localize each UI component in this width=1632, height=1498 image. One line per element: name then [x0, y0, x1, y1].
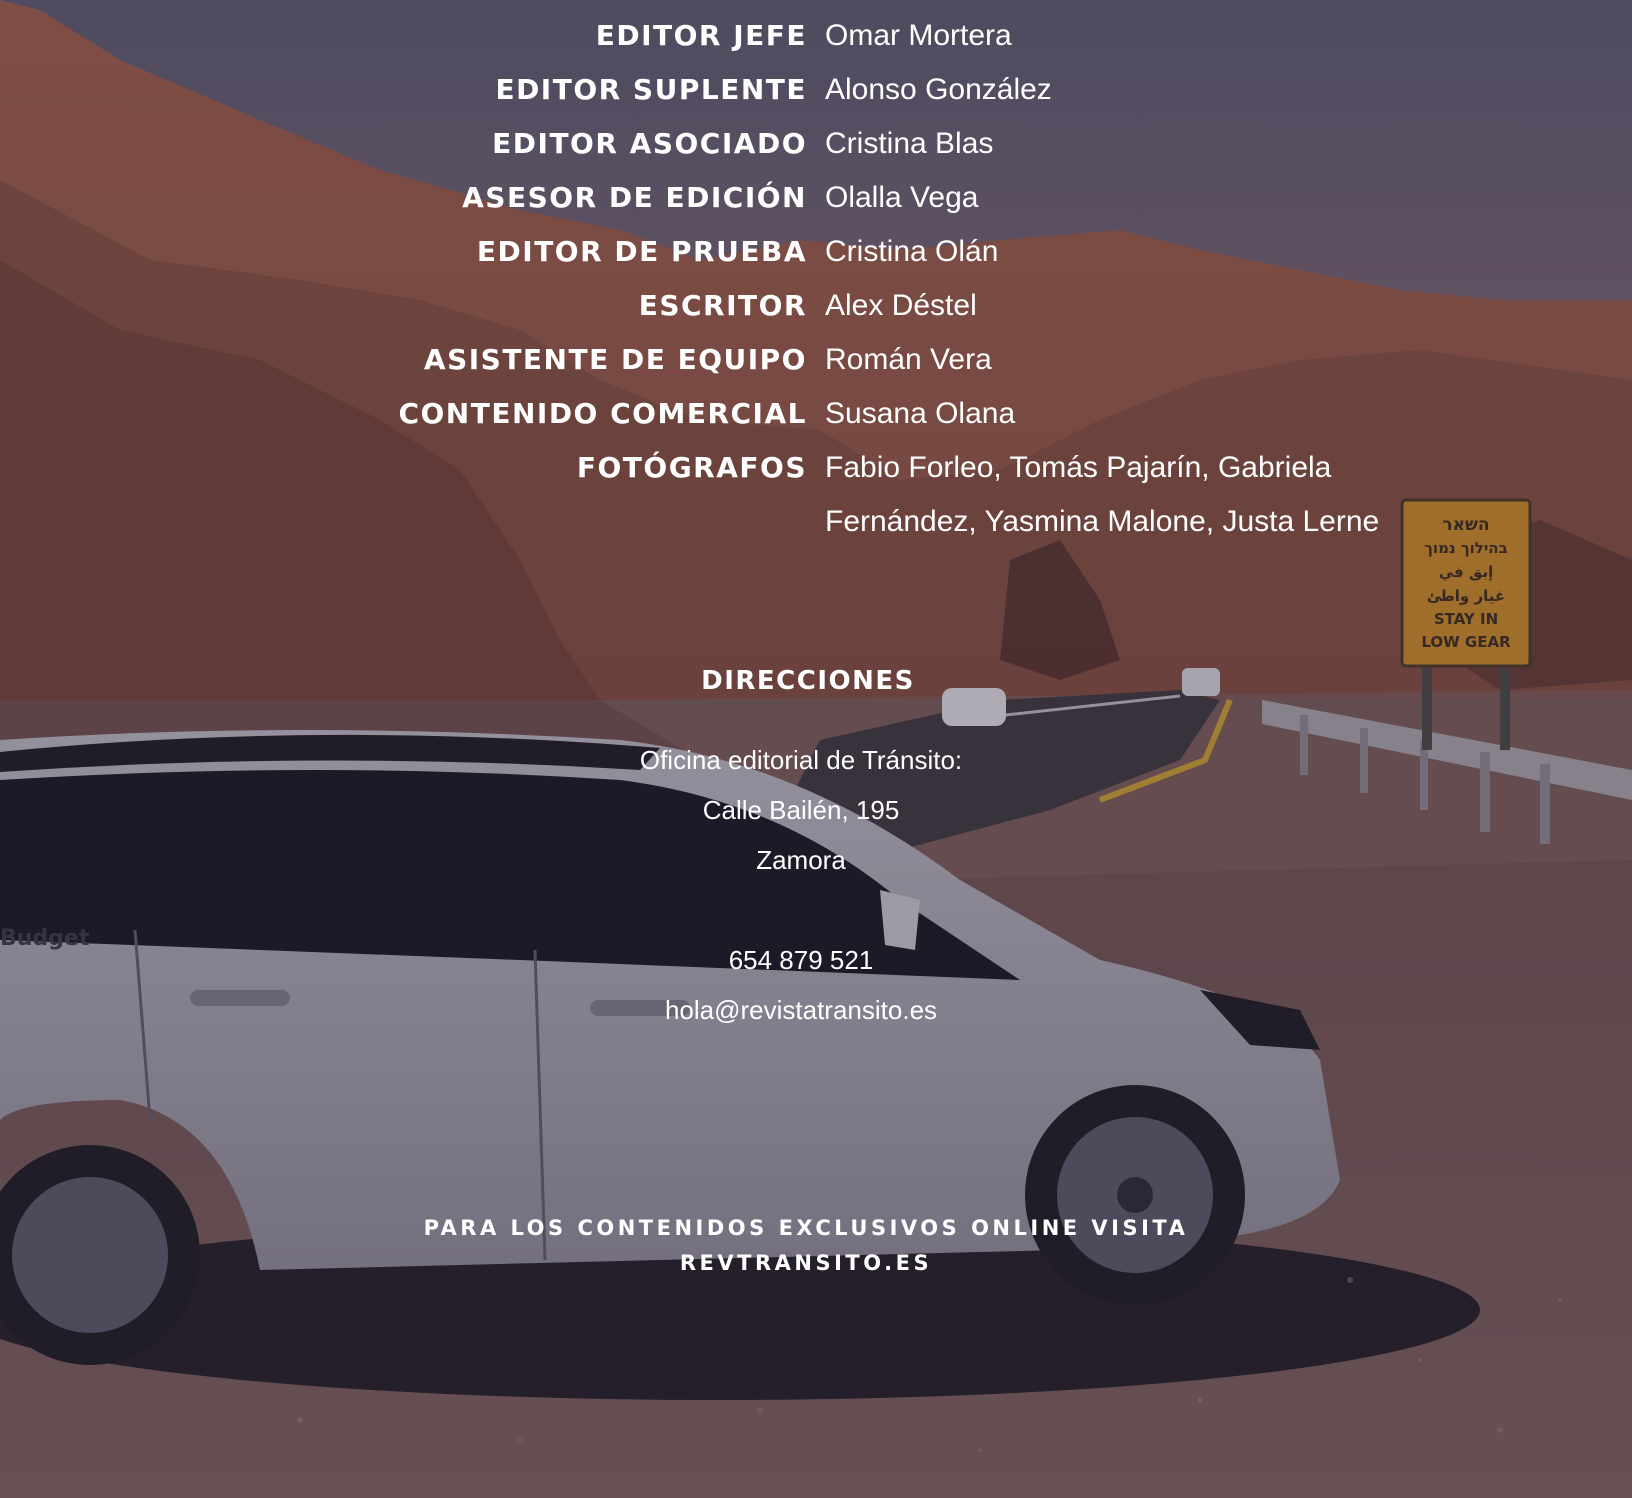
street-address: Calle Bailén, 195: [702, 795, 900, 825]
credit-row: FOTÓGRAFOS Fabio Forleo, Tomás Pajarín, …: [0, 448, 1632, 502]
credit-row: ASISTENTE DE EQUIPO Román Vera: [0, 340, 1632, 394]
credit-role: ASESOR DE EDICIÓN: [462, 181, 807, 214]
credit-name: Cristina Blas: [825, 127, 994, 160]
office-label: Oficina editorial de Tránsito:: [639, 745, 963, 775]
credit-row: EDITOR DE PRUEBA Cristina Olán: [0, 232, 1632, 286]
phone-number: 654 879 521: [728, 945, 874, 975]
credit-role: EDITOR SUPLENTE: [495, 73, 807, 106]
credit-name: Omar Mortera: [825, 19, 1012, 52]
credit-name: Alonso González: [825, 73, 1052, 106]
credit-name: Román Vera: [825, 343, 992, 376]
credit-name: Alex Déstel: [825, 289, 977, 322]
credit-role: FOTÓGRAFOS: [576, 451, 807, 484]
credit-name: Susana Olana: [825, 397, 1016, 430]
credit-role: EDITOR JEFE: [595, 19, 807, 52]
credit-role: ASISTENTE DE EQUIPO: [423, 343, 807, 376]
city: Zamora: [756, 845, 846, 875]
credit-role: EDITOR ASOCIADO: [492, 127, 807, 160]
credit-row: EDITOR JEFE Omar Mortera: [0, 16, 1632, 70]
addresses-heading: DIRECCIONES: [701, 666, 915, 696]
footer-website-link[interactable]: REVTRANSITO.ES: [0, 1251, 1612, 1275]
credit-role: EDITOR DE PRUEBA: [476, 235, 807, 268]
credit-row: EDITOR ASOCIADO Cristina Blas: [0, 124, 1632, 178]
credit-name: Cristina Olán: [825, 235, 999, 268]
credit-name: Olalla Vega: [825, 181, 979, 214]
credit-name-continued: Fernández, Yasmina Malone, Justa Lerne: [825, 505, 1380, 538]
credit-row: ESCRITOR Alex Déstel: [0, 286, 1632, 340]
credit-row: EDITOR SUPLENTE Alonso González: [0, 70, 1632, 124]
credit-role: CONTENIDO COMERCIAL: [398, 397, 807, 430]
credit-name: Fabio Forleo, Tomás Pajarín, Gabriela: [825, 451, 1332, 484]
credit-role: ESCRITOR: [638, 289, 807, 322]
email-link[interactable]: hola@revistatransito.es: [0, 995, 1602, 1026]
credit-row: CONTENIDO COMERCIAL Susana Olana: [0, 394, 1632, 448]
credit-row: ASESOR DE EDICIÓN Olalla Vega: [0, 178, 1632, 232]
footer-text: PARA LOS CONTENIDOS EXCLUSIVOS ONLINE VI…: [423, 1216, 1189, 1240]
